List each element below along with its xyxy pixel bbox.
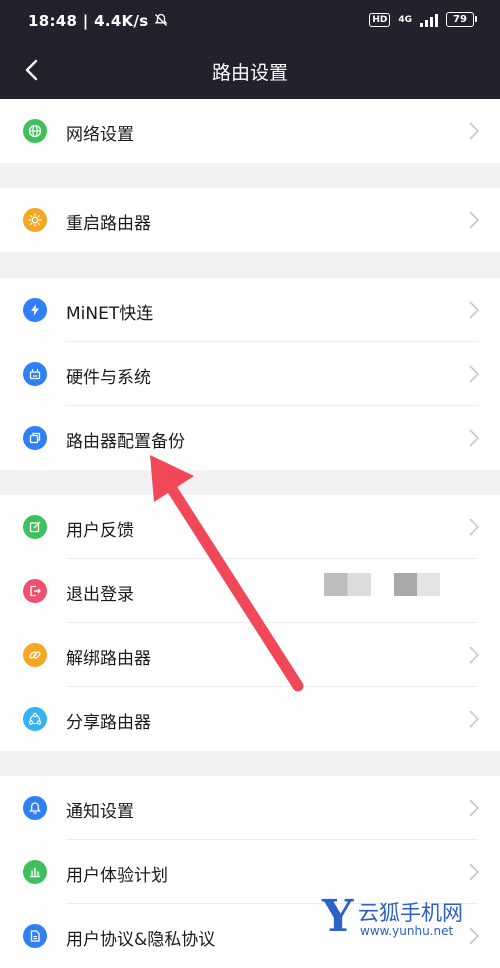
menu-item-user-feedback[interactable]: 用户反馈 [0,495,500,559]
menu-item-restart-router[interactable]: 重启路由器 [0,188,500,252]
redacted-account-part-2 [394,573,440,596]
do-not-disturb-icon [154,13,168,26]
chevron-right-icon [469,710,480,728]
battery-icon: 79 [446,12,477,27]
menu-item-router-config-backup[interactable]: 路由器配置备份 [0,406,500,470]
navigation-bar: 路由设置 [0,42,500,99]
menu-item-hardware-system[interactable]: 硬件与系统 [0,342,500,406]
menu-item-label: 用户反馈 [66,521,134,541]
menu-item-share-router[interactable]: 分享路由器 [0,687,500,751]
menu-item-notification-settings[interactable]: 通知设置 [0,776,500,840]
menu-item-label: 重启路由器 [66,214,151,234]
router-icon [23,362,47,386]
battery-level: 79 [453,14,467,25]
menu-item-label: 网络设置 [66,125,134,145]
redacted-account-part-1 [324,573,371,596]
chevron-right-icon [469,518,480,536]
status-time: 18:48 | 4.4K/s [28,12,168,30]
watermark-url: www.yunhu.net [360,924,454,938]
menu-item-label: MiNET快连 [66,304,154,324]
menu-item-unbind-router[interactable]: 解绑路由器 [0,623,500,687]
chevron-right-icon [469,863,480,881]
signal-icon [420,13,438,27]
page-title: 路由设置 [211,62,288,84]
globe-icon [23,119,47,143]
document-icon [23,924,47,948]
menu-item-label: 硬件与系统 [66,368,151,388]
chevron-right-icon [469,122,480,140]
chevron-right-icon [469,365,480,383]
menu-item-label: 通知设置 [66,802,134,822]
chart-icon [23,860,47,884]
watermark-logo: Y 云狐手机网 www.yunhu.net [322,891,492,951]
chevron-right-icon [469,646,480,664]
menu-item-label: 分享路由器 [66,713,151,733]
share-icon [23,707,47,731]
status-bar: 18:48 | 4.4K/s HD 4G 79 [0,0,500,42]
menu-item-logout[interactable]: 退出登录 [0,559,500,623]
network-type: 4G [398,14,412,25]
bell-icon [23,796,47,820]
logout-icon [23,579,47,603]
hd-badge: HD [369,12,391,27]
sun-icon [23,208,47,232]
chevron-right-icon [469,799,480,817]
menu-item-label: 用户体验计划 [66,866,168,886]
chevron-right-icon [469,301,480,319]
lightning-icon [23,298,47,322]
menu-item-label: 退出登录 [66,585,134,605]
menu-item-label: 解绑路由器 [66,649,151,669]
watermark-letter: Y [322,891,354,942]
menu-item-label: 用户协议&隐私协议 [66,930,216,950]
menu-item-minet-quick-connect[interactable]: MiNET快连 [0,278,500,342]
menu-item-network-settings[interactable]: 网络设置 [0,99,500,163]
edit-icon [23,515,47,539]
copy-icon [23,426,47,450]
menu-item-label: 路由器配置备份 [66,432,185,452]
link-icon [23,643,47,667]
watermark-name: 云狐手机网 [358,901,463,925]
chevron-right-icon [469,211,480,229]
chevron-right-icon [469,429,480,447]
